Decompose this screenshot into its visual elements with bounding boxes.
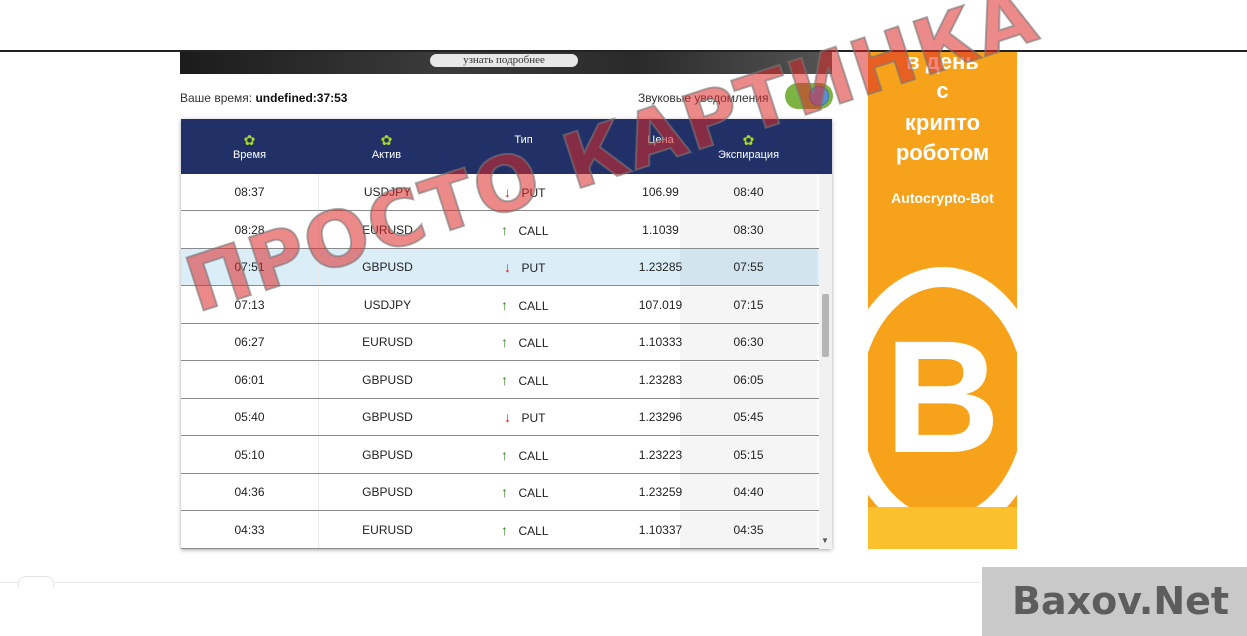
- time-cell: 04:33: [234, 522, 265, 537]
- scrollbar-thumb[interactable]: [822, 294, 829, 357]
- column-label: Актив: [371, 149, 402, 161]
- asset-cell: GBPUSD: [318, 436, 456, 473]
- type-cell: ↑ CALL: [455, 437, 592, 473]
- arrow-up-icon: ↑: [500, 371, 508, 388]
- arrow-up-icon: ↑: [500, 296, 508, 313]
- table-row[interactable]: 05:40 GBPUSD ↓ PUT 1.23296 05:45: [181, 399, 819, 436]
- type-label: CALL: [518, 336, 549, 350]
- gear-icon[interactable]: ✿: [181, 131, 318, 149]
- type-label: CALL: [518, 373, 549, 388]
- arrow-up-icon: ↑: [500, 484, 508, 500]
- bitcoin-icon: B: [884, 307, 1001, 486]
- site-watermark: Baxov.Net: [982, 567, 1247, 636]
- type-cell: ↓ PUT: [455, 399, 592, 435]
- arrow-down-icon: ↓: [504, 409, 511, 425]
- time-cell: 06:01: [234, 372, 265, 387]
- table-row[interactable]: 04:33 EURUSD ↑ CALL 1.10337 04:35: [181, 511, 819, 549]
- time-cell: 05:10: [234, 447, 265, 462]
- expiration-cell: 08:30: [680, 211, 817, 248]
- expiration-cell: 04:35: [680, 511, 817, 548]
- promo-line: крипто: [904, 110, 981, 135]
- user-time-label: Ваше время:: [180, 91, 253, 105]
- type-cell: ↑ CALL: [455, 474, 592, 510]
- asset-cell: EURUSD: [318, 511, 456, 548]
- asset-cell: USDJPY: [318, 286, 456, 323]
- expiration-cell: 07:15: [680, 286, 817, 323]
- table-row[interactable]: 06:27 EURUSD ↑ CALL 1.10333 06:30: [181, 324, 819, 361]
- learn-more-button[interactable]: узнать подробнее: [430, 54, 578, 67]
- type-label: CALL: [518, 448, 549, 463]
- type-cell: ↑ CALL: [455, 324, 592, 360]
- promo-bot-name: Autocrypto-Bot: [891, 190, 994, 206]
- type-cell: ↑ CALL: [455, 287, 592, 323]
- arrow-up-icon: ↑: [500, 334, 508, 350]
- column-header-time[interactable]: ✿ Время: [181, 119, 318, 174]
- column-label: Время: [232, 149, 267, 161]
- table-row[interactable]: 06:01 GBPUSD ↑ CALL 1.23283 06:05: [181, 361, 819, 399]
- expiration-cell: 07:55: [680, 249, 817, 285]
- expiration-cell: 06:05: [680, 361, 817, 398]
- time-cell: 05:40: [234, 410, 265, 424]
- arrow-up-icon: ↑: [500, 446, 508, 463]
- table-scrollbar[interactable]: ▼: [819, 174, 832, 549]
- asset-cell: GBPUSD: [318, 474, 456, 510]
- type-label: PUT: [521, 261, 546, 275]
- type-label: PUT: [521, 411, 546, 425]
- user-time: Ваше время: undefined:37:53: [180, 91, 347, 105]
- type-cell: ↓ PUT: [455, 249, 592, 285]
- scroll-down-arrow-icon[interactable]: ▼: [821, 536, 829, 545]
- promo-footer: [868, 507, 1017, 549]
- table-row[interactable]: 05:10 GBPUSD ↑ CALL 1.23223 05:15: [181, 436, 819, 474]
- type-label: CALL: [518, 298, 549, 313]
- footer-divider: [0, 582, 980, 583]
- asset-cell: EURUSD: [318, 324, 456, 360]
- expiration-cell: 08:40: [680, 174, 817, 210]
- arrow-down-icon: ↓: [504, 259, 511, 275]
- type-cell: ↑ CALL: [455, 362, 592, 398]
- expiration-cell: 05:15: [680, 436, 817, 473]
- user-time-value: undefined:37:53: [255, 91, 348, 105]
- footer-tab[interactable]: [18, 576, 54, 587]
- asset-cell: GBPUSD: [318, 361, 456, 398]
- time-cell: 04:36: [234, 485, 265, 499]
- asset-cell: GBPUSD: [318, 399, 456, 435]
- promo-line: роботом: [895, 140, 990, 165]
- type-label: CALL: [518, 486, 549, 500]
- type-label: CALL: [518, 523, 549, 538]
- expiration-cell: 04:40: [680, 474, 817, 510]
- table-row[interactable]: 04:36 GBPUSD ↑ CALL 1.23259 04:40: [181, 474, 819, 511]
- type-cell: ↑ CALL: [455, 512, 592, 548]
- site-watermark-text: Baxov.Net: [1012, 579, 1230, 623]
- expiration-cell: 06:30: [680, 324, 817, 360]
- arrow-up-icon: ↑: [500, 521, 508, 538]
- expiration-cell: 05:45: [680, 399, 817, 435]
- type-label: CALL: [518, 223, 549, 238]
- gear-icon[interactable]: ✿: [318, 131, 455, 149]
- promo-banner[interactable]: в день с крипто роботом Autocrypto-Bot B: [868, 52, 1017, 549]
